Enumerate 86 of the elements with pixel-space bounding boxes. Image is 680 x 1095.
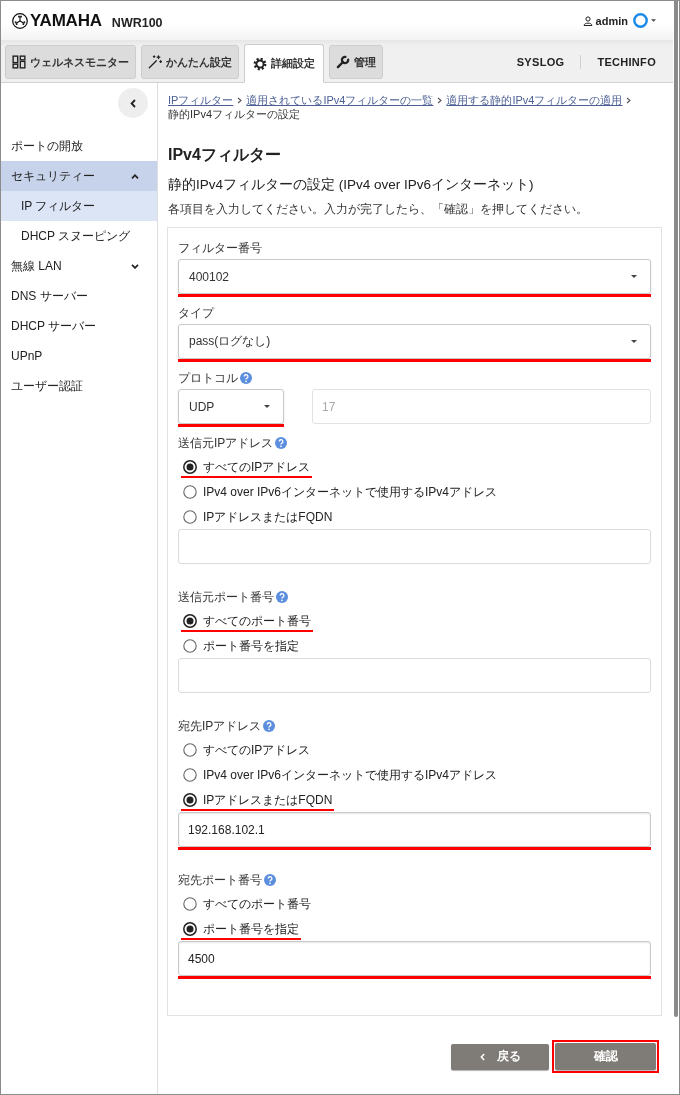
scrollbar-thumb[interactable] [674, 1, 678, 1017]
radio-icon[interactable] [183, 614, 197, 628]
sidebar-item[interactable]: セキュリティー [1, 161, 157, 191]
section-title: 静的IPv4フィルターの設定 (IPv4 over IPv6インターネット) [168, 176, 535, 194]
radio-option[interactable]: すべてのIPアドレス [181, 458, 313, 476]
radio-option[interactable]: IPアドレスまたはFQDN [181, 791, 335, 809]
sidebar-item[interactable]: UPnP [1, 341, 157, 371]
sidebar-item[interactable]: ユーザー認証 [1, 371, 157, 401]
text-field[interactable]: 192.168.102.1 [178, 812, 651, 847]
sidebar-item[interactable]: DNS サーバー [1, 281, 157, 311]
header-link[interactable]: TECHINFO [597, 56, 656, 68]
radio-icon[interactable] [183, 793, 197, 807]
instructions-text: 各項目を入力してください。入力が完了したら、「確認」を押してください。 [168, 202, 589, 217]
breadcrumb-link[interactable]: 適用する静的IPv4フィルターの適用 [446, 94, 623, 106]
radio-option[interactable]: ポート番号を指定 [181, 637, 301, 655]
user-icon [582, 15, 593, 26]
tab[interactable]: 管理 [329, 45, 383, 79]
tab[interactable]: 詳細設定 [244, 44, 324, 83]
dashboard-icon [12, 55, 26, 69]
text-field[interactable] [178, 658, 651, 693]
breadcrumb-current: 静的IPv4フィルターの設定 [168, 108, 300, 120]
back-button[interactable]: 戻る [451, 1043, 549, 1070]
breadcrumb-link[interactable]: IPフィルター [168, 94, 234, 106]
chevron-right-icon [626, 97, 632, 104]
wrench-icon [336, 55, 350, 69]
chevron-right-icon [237, 97, 243, 104]
select-field[interactable]: 400102 [178, 259, 651, 294]
text-field[interactable] [178, 529, 651, 564]
sidebar-item[interactable]: DHCP サーバー [1, 311, 157, 341]
field-label: タイプ [178, 304, 214, 322]
radio-icon[interactable] [183, 460, 197, 474]
radio-option[interactable]: すべてのポート番号 [181, 895, 313, 913]
field-label: 送信元IPアドレス [178, 434, 274, 452]
chevron-left-icon [479, 1052, 485, 1061]
radio-option[interactable]: IPv4 over IPv6インターネットで使用するIPv4アドレス [181, 766, 500, 784]
radio-icon[interactable] [183, 639, 197, 653]
model-name: NWR100 [111, 15, 163, 30]
help-icon[interactable] [240, 372, 252, 384]
help-icon[interactable] [275, 437, 288, 449]
brand-logo: YAMAHA [30, 10, 102, 31]
chevron-up-icon [131, 173, 139, 179]
sidebar-item[interactable]: IP フィルター [1, 191, 157, 221]
header-link[interactable]: SYSLOG [516, 56, 565, 68]
gear-icon [253, 56, 267, 71]
magic-wand-icon [148, 55, 162, 69]
radio-icon[interactable] [183, 510, 197, 524]
sidebar-item[interactable]: ポートの開放 [1, 131, 157, 161]
user-name[interactable]: admin [595, 14, 628, 27]
field-label: 宛先IPアドレス [178, 717, 262, 735]
chevron-left-icon [130, 98, 136, 108]
radio-icon[interactable] [183, 897, 197, 911]
collapse-sidebar-button[interactable] [118, 88, 148, 118]
caret-icon [264, 405, 270, 408]
radio-option[interactable]: すべてのポート番号 [181, 612, 313, 630]
tab[interactable]: かんたん設定 [141, 45, 239, 79]
chevron-right-icon [437, 97, 443, 104]
ring-icon[interactable] [633, 13, 648, 28]
radio-option[interactable]: IPアドレスまたはFQDN [181, 508, 335, 526]
radio-option[interactable]: すべてのIPアドレス [181, 741, 313, 759]
confirm-button[interactable]: 確認 [555, 1043, 656, 1070]
breadcrumb-link[interactable]: 適用されているIPv4フィルターの一覧 [246, 94, 434, 106]
field-label: 宛先ポート番号 [178, 871, 262, 889]
radio-icon[interactable] [183, 768, 197, 782]
radio-icon[interactable] [183, 485, 197, 499]
radio-option[interactable]: IPv4 over IPv6インターネットで使用するIPv4アドレス [181, 483, 500, 501]
field-label: フィルター番号 [178, 239, 262, 257]
help-icon[interactable] [264, 874, 276, 886]
radio-option[interactable]: ポート番号を指定 [181, 920, 301, 938]
radio-icon[interactable] [183, 922, 197, 936]
text-field[interactable]: 4500 [178, 941, 651, 976]
logo-emblem-icon [12, 12, 28, 29]
radio-icon[interactable] [183, 743, 197, 757]
caret-icon [631, 340, 637, 343]
caret-icon [631, 275, 637, 278]
page-title: IPv4フィルター [168, 145, 282, 165]
tab[interactable]: ウェルネスモニター [5, 45, 136, 79]
sidebar-item[interactable]: 無線 LAN [1, 251, 157, 281]
chevron-down-icon [131, 263, 139, 269]
field-label: プロトコル [178, 369, 238, 387]
select-field[interactable]: UDP [178, 389, 284, 424]
select-field[interactable]: pass(ログなし) [178, 324, 651, 359]
sidebar-item[interactable]: DHCP スヌーピング [1, 221, 157, 251]
help-icon[interactable] [276, 591, 288, 603]
caret-icon[interactable] [651, 19, 656, 22]
field-label: 送信元ポート番号 [178, 588, 274, 606]
help-icon[interactable] [263, 720, 276, 732]
